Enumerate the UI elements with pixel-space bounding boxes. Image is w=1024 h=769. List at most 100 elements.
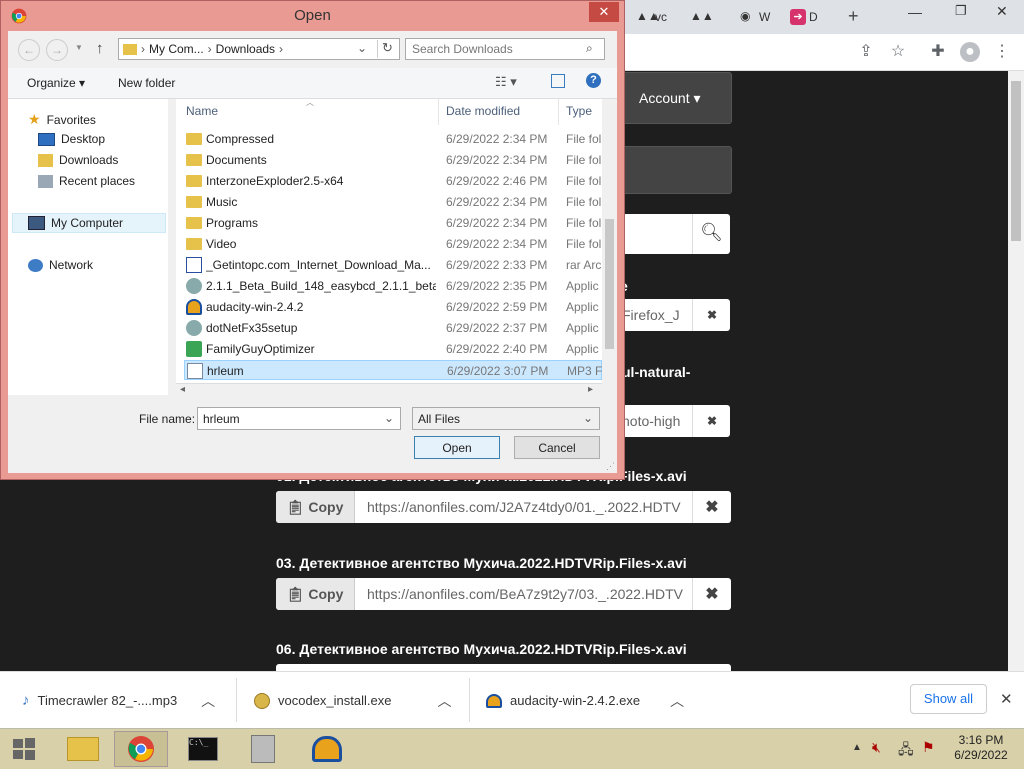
- browser-tab[interactable]: ▲▲ vc: [636, 4, 667, 30]
- taskbar-installer[interactable]: [236, 731, 290, 767]
- copy-button[interactable]: 📋︎ Copy: [276, 491, 355, 523]
- nav-label: Favorites: [46, 112, 96, 127]
- page-scrollbar[interactable]: [1008, 71, 1024, 671]
- remove-link-button[interactable]: ✖: [692, 405, 731, 437]
- file-row[interactable]: _Getintopc.com_Internet_Download_Ma... 6/…: [184, 255, 602, 275]
- taskbar-file-explorer[interactable]: [56, 731, 110, 767]
- nav-favorites[interactable]: ★ Favorites: [28, 111, 96, 128]
- file-row[interactable]: Video 6/29/2022 2:34 PM File fol: [184, 234, 602, 254]
- file-row[interactable]: Documents 6/29/2022 2:34 PM File fol: [184, 150, 602, 170]
- view-options-icon[interactable]: ☷ ▾: [495, 74, 517, 90]
- search-icon[interactable]: 🔍︎: [700, 222, 723, 243]
- file-list-vertical-scrollbar[interactable]: [602, 99, 617, 383]
- bookmark-star-icon[interactable]: ☆: [888, 42, 908, 62]
- file-list-horizontal-scrollbar[interactable]: ◂ ▸: [176, 383, 602, 398]
- search-input[interactable]: Search Downloads ⌕: [405, 38, 605, 60]
- browser-tab[interactable]: ➔ D: [790, 4, 818, 30]
- file-row[interactable]: 2.1.1_Beta_Build_148_easybcd_2.1.1_beta_…: [184, 276, 602, 296]
- column-header-type[interactable]: Type: [566, 104, 592, 118]
- back-button[interactable]: ←: [18, 39, 40, 61]
- new-tab-button[interactable]: +: [848, 6, 859, 27]
- chevron-down-icon[interactable]: ⌄: [357, 41, 367, 55]
- taskbar-chrome[interactable]: [114, 731, 168, 767]
- file-row[interactable]: hrleum 6/29/2022 3:07 PM MP3 F: [184, 360, 602, 380]
- search-field[interactable]: 🔍︎: [612, 214, 730, 254]
- show-all-button[interactable]: Show all: [910, 684, 987, 714]
- file-type-select[interactable]: All Files ⌄: [412, 407, 600, 430]
- breadcrumb-item[interactable]: Downloads: [216, 42, 275, 56]
- action-center-icon[interactable]: ⚑: [922, 739, 935, 756]
- file-row[interactable]: audacity-win-2.4.2 6/29/2022 2:59 PM Appli…: [184, 297, 602, 317]
- file-row[interactable]: Music 6/29/2022 2:34 PM File fol: [184, 192, 602, 212]
- file-date: 6/29/2022 2:34 PM: [446, 132, 548, 146]
- browser-tab[interactable]: ◉ W: [740, 4, 770, 30]
- file-row[interactable]: InterzoneExploder2.5-x64 6/29/2022 2:46 P…: [184, 171, 602, 191]
- link-url[interactable]: https://anonfiles.com/J2A7z4tdy0/01._.20…: [355, 491, 692, 523]
- file-type-value: All Files: [418, 411, 461, 426]
- refresh-icon[interactable]: ↻: [382, 40, 393, 56]
- extensions-icon[interactable]: ✚: [928, 42, 948, 62]
- new-folder-button[interactable]: New folder: [118, 76, 175, 90]
- chevron-up-icon[interactable]: ︿: [437, 691, 451, 711]
- link-row: 📋︎ Copy https://anonfiles.com/J2A7z4tdy0/…: [276, 491, 731, 523]
- nav-desktop[interactable]: Desktop: [38, 132, 105, 146]
- remove-link-button[interactable]: ✖: [692, 491, 731, 523]
- download-item[interactable]: vocodex_install.exe ︿: [254, 672, 451, 729]
- link-text[interactable]: hoto-high: [622, 413, 680, 429]
- open-button[interactable]: Open: [414, 436, 500, 459]
- menu-icon[interactable]: ⋮: [992, 42, 1012, 62]
- share-icon[interactable]: ⇪: [856, 42, 876, 62]
- taskbar-command-prompt[interactable]: C:\_: [176, 731, 230, 767]
- browser-tab[interactable]: ▲▲: [690, 4, 714, 30]
- clock[interactable]: 3:16 PM 6/29/2022: [946, 733, 1016, 763]
- preview-pane-icon[interactable]: [551, 74, 565, 88]
- address-bar[interactable]: › My Com... › Downloads › ⌄ ↻: [118, 38, 400, 60]
- window-close-button[interactable]: ✕: [996, 3, 1008, 20]
- cancel-button[interactable]: Cancel: [514, 436, 600, 459]
- nav-recent-places[interactable]: Recent places: [38, 174, 135, 188]
- start-button[interactable]: [0, 731, 48, 767]
- copy-button[interactable]: 📋︎ Copy: [276, 578, 355, 610]
- organize-menu[interactable]: Organize ▾: [27, 76, 85, 90]
- file-row[interactable]: FamilyGuyOptimizer 6/29/2022 2:40 PM Appli…: [184, 339, 602, 359]
- speaker-muted-icon[interactable]: 🔇︎: [872, 739, 881, 756]
- minimize-button[interactable]: —: [908, 4, 922, 20]
- nav-my-computer[interactable]: My Computer: [28, 216, 123, 230]
- breadcrumb-item[interactable]: My Com...: [149, 42, 204, 56]
- help-icon[interactable]: ?: [586, 73, 601, 88]
- remove-link-button[interactable]: ✖: [692, 578, 731, 610]
- account-dropdown[interactable]: Account ▾: [612, 72, 732, 124]
- chevron-down-icon[interactable]: ⌄: [384, 411, 394, 425]
- dialog-close-button[interactable]: ✕: [589, 2, 619, 22]
- show-hidden-icons[interactable]: ▲: [852, 742, 862, 753]
- remove-link-button[interactable]: ✖: [692, 299, 731, 331]
- link-url[interactable]: https://anonfiles.com/BeA7z9t2y7/03._.20…: [355, 578, 692, 610]
- nav-downloads[interactable]: Downloads: [38, 153, 118, 167]
- nav-network[interactable]: Network: [28, 258, 93, 272]
- clock-date: 6/29/2022: [954, 748, 1008, 762]
- network-icon[interactable]: 🖧: [898, 739, 914, 763]
- file-type: File fol: [566, 237, 602, 251]
- dark-button[interactable]: [612, 146, 732, 194]
- filename-input[interactable]: hrleum ⌄: [197, 407, 401, 430]
- file-row[interactable]: dotNetFx35setup 6/29/2022 2:37 PM Applic: [184, 318, 602, 338]
- chevron-up-icon[interactable]: ︿: [201, 691, 215, 711]
- up-button[interactable]: ↑: [96, 40, 104, 57]
- link-text[interactable]: Firefox_J: [622, 307, 680, 323]
- download-item[interactable]: audacity-win-2.4.2.exe ︿: [486, 672, 684, 729]
- column-header-name[interactable]: Name: [186, 104, 218, 118]
- chevron-up-icon[interactable]: ︿: [670, 691, 684, 711]
- taskbar-audacity[interactable]: [300, 731, 354, 767]
- file-row[interactable]: Compressed 6/29/2022 2:34 PM File fol: [184, 129, 602, 149]
- dialog-toolbar: Organize ▾ New folder ☷ ▾ ?: [8, 68, 617, 99]
- profile-avatar[interactable]: ●: [960, 42, 980, 62]
- forward-button[interactable]: →: [46, 39, 68, 61]
- close-downloads-bar-button[interactable]: ✕: [1000, 690, 1013, 708]
- maximize-button[interactable]: ❐: [955, 3, 967, 19]
- file-row[interactable]: Programs 6/29/2022 2:34 PM File fol: [184, 213, 602, 233]
- terminal-icon: C:\_: [188, 737, 218, 761]
- column-header-date[interactable]: Date modified: [446, 104, 520, 118]
- recent-locations-icon[interactable]: ▼: [75, 43, 83, 52]
- download-item[interactable]: ♪ Timecrawler 82_-....mp3 ︿: [22, 672, 215, 729]
- resize-grip[interactable]: ⋰: [606, 461, 615, 472]
